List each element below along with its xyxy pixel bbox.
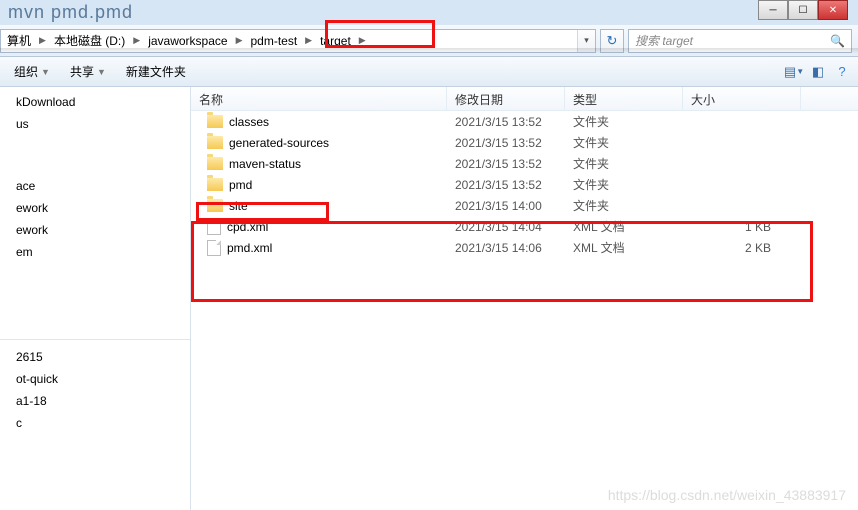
column-type[interactable]: 类型 xyxy=(565,87,683,110)
file-row[interactable]: maven-status 2021/3/15 13:52文件夹 xyxy=(191,153,858,174)
crumb-target[interactable]: target xyxy=(314,34,357,48)
help-button[interactable]: ? xyxy=(832,62,852,82)
file-date: 2021/3/15 13:52 xyxy=(447,115,565,129)
maximize-button[interactable]: ☐ xyxy=(788,0,818,20)
folder-icon xyxy=(207,115,223,128)
file-list[interactable]: classes2021/3/15 13:52文件夹generated-sourc… xyxy=(191,111,858,258)
window-controls: ─ ☐ ✕ xyxy=(758,0,848,20)
file-size: 2 KB xyxy=(683,241,801,255)
file-name: maven-status xyxy=(229,157,301,171)
file-type: XML 文档 xyxy=(565,239,683,256)
chevron-right-icon[interactable]: ▶ xyxy=(131,35,142,46)
nav-item[interactable]: em xyxy=(0,241,190,263)
column-date[interactable]: 修改日期 xyxy=(447,87,565,110)
file-type: 文件夹 xyxy=(565,197,683,214)
search-placeholder: 搜索 target xyxy=(635,32,693,49)
file-type: XML 文档 xyxy=(565,218,683,235)
file-row[interactable]: generated-sources 2021/3/15 13:52文件夹 xyxy=(191,132,858,153)
file-date: 2021/3/15 13:52 xyxy=(447,157,565,171)
file-date: 2021/3/15 13:52 xyxy=(447,178,565,192)
file-type: 文件夹 xyxy=(565,155,683,172)
nav-item[interactable]: ework xyxy=(0,219,190,241)
nav-item[interactable]: ework xyxy=(0,197,190,219)
file-row[interactable]: cpd.xml 2021/3/15 14:04XML 文档1 KB xyxy=(191,216,858,237)
preview-pane-button[interactable]: ◧ xyxy=(808,62,828,82)
chevron-right-icon[interactable]: ▶ xyxy=(303,35,314,46)
folder-icon xyxy=(207,136,223,149)
breadcrumb[interactable]: 算机▶ 本地磁盘 (D:)▶ javaworkspace▶ pdm-test▶ … xyxy=(0,29,596,53)
search-input[interactable]: 搜索 target 🔍 xyxy=(628,29,852,53)
file-row[interactable]: pmd 2021/3/15 13:52文件夹 xyxy=(191,174,858,195)
nav-item[interactable]: ace xyxy=(0,175,190,197)
file-name: classes xyxy=(229,115,269,129)
column-headers: 名称 修改日期 类型 大小 xyxy=(191,87,858,111)
file-date: 2021/3/15 13:52 xyxy=(447,136,565,150)
file-date: 2021/3/15 14:00 xyxy=(447,199,565,213)
folder-icon xyxy=(207,178,223,191)
chevron-down-icon: ▼ xyxy=(97,67,106,77)
crumb-computer[interactable]: 算机 xyxy=(1,32,37,49)
address-dropdown-icon[interactable]: ▾ xyxy=(577,30,595,52)
nav-item[interactable]: kDownload xyxy=(0,91,190,113)
file-icon xyxy=(207,219,221,235)
organize-label: 组织 xyxy=(14,63,38,80)
file-date: 2021/3/15 14:06 xyxy=(447,241,565,255)
column-name[interactable]: 名称 xyxy=(191,87,447,110)
crumb-workspace[interactable]: javaworkspace xyxy=(142,34,233,48)
share-label: 共享 xyxy=(70,63,94,80)
chevron-right-icon[interactable]: ▶ xyxy=(357,35,368,46)
file-name: site xyxy=(229,199,248,213)
share-menu[interactable]: 共享 ▼ xyxy=(62,60,114,83)
file-name: pmd.xml xyxy=(227,241,272,255)
file-icon xyxy=(207,240,221,256)
nav-item[interactable]: a1-18 xyxy=(0,390,190,412)
nav-item[interactable]: 2615 xyxy=(0,346,190,368)
file-name: generated-sources xyxy=(229,136,329,150)
nav-item[interactable]: ot-quick xyxy=(0,368,190,390)
close-button[interactable]: ✕ xyxy=(818,0,848,20)
nav-item[interactable]: us xyxy=(0,113,190,135)
refresh-icon: ↻ xyxy=(607,33,618,49)
file-name: cpd.xml xyxy=(227,220,268,234)
view-options-button[interactable]: ▤ ▼ xyxy=(784,62,804,82)
file-type: 文件夹 xyxy=(565,134,683,151)
file-row[interactable]: classes 2021/3/15 13:52文件夹 xyxy=(191,111,858,132)
file-row[interactable]: site 2021/3/15 14:00文件夹 xyxy=(191,195,858,216)
file-list-pane: 名称 修改日期 类型 大小 classes2021/3/15 13:52文件夹g… xyxy=(191,87,858,510)
chevron-right-icon[interactable]: ▶ xyxy=(37,35,48,46)
file-type: 文件夹 xyxy=(565,176,683,193)
refresh-button[interactable]: ↻ xyxy=(600,29,624,53)
navigation-pane[interactable]: kDownload us ace ework ework em 2615 ot-… xyxy=(0,87,191,510)
file-size: 1 KB xyxy=(683,220,801,234)
chevron-right-icon[interactable]: ▶ xyxy=(234,35,245,46)
file-name: pmd xyxy=(229,178,252,192)
minimize-button[interactable]: ─ xyxy=(758,0,788,20)
file-type: 文件夹 xyxy=(565,113,683,130)
new-folder-button[interactable]: 新建文件夹 xyxy=(118,60,194,83)
address-bar-row: 算机▶ 本地磁盘 (D:)▶ javaworkspace▶ pdm-test▶ … xyxy=(0,25,858,57)
crumb-drive[interactable]: 本地磁盘 (D:) xyxy=(48,32,131,49)
toolbar: 组织 ▼ 共享 ▼ 新建文件夹 ▤ ▼ ◧ ? xyxy=(0,57,858,87)
folder-icon xyxy=(207,157,223,170)
file-row[interactable]: pmd.xml 2021/3/15 14:06XML 文档2 KB xyxy=(191,237,858,258)
title-bar-remnant: mvn pmd.pmd xyxy=(0,0,858,25)
column-size[interactable]: 大小 xyxy=(683,87,801,110)
file-date: 2021/3/15 14:04 xyxy=(447,220,565,234)
folder-icon xyxy=(207,199,223,212)
organize-menu[interactable]: 组织 ▼ xyxy=(6,60,58,83)
chevron-down-icon: ▼ xyxy=(41,67,50,77)
crumb-project[interactable]: pdm-test xyxy=(244,34,303,48)
search-icon: 🔍 xyxy=(830,34,845,48)
nav-item[interactable]: c xyxy=(0,412,190,434)
